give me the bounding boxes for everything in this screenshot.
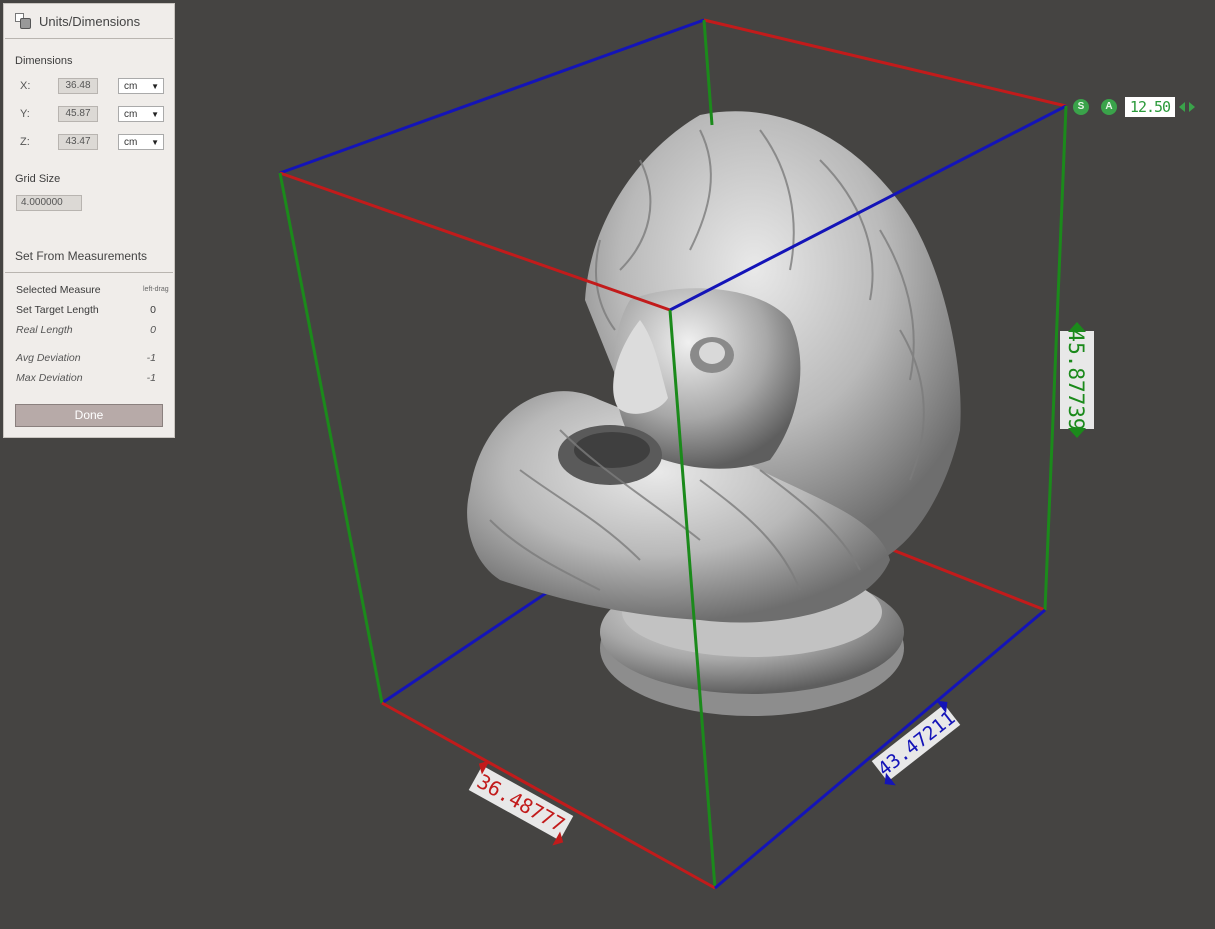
dimensions-label: Dimensions	[15, 55, 73, 67]
axis-label: X:	[20, 80, 31, 92]
chevron-down-icon: ▼	[151, 109, 159, 119]
scale-increase-arrow[interactable]	[1189, 102, 1195, 112]
grid-size-label: Grid Size	[15, 173, 61, 185]
scale-value-field[interactable]: 12.50	[1125, 97, 1175, 117]
max-deviation-row: Max Deviation -1	[16, 372, 156, 384]
done-button[interactable]: Done	[15, 404, 163, 427]
unit-select-z[interactable]: cm ▼	[118, 134, 164, 150]
3d-viewport[interactable]: 36.48777 43.47211 45.87739	[0, 0, 1215, 929]
dimension-row-y: Y: 45.87 cm ▼	[20, 105, 170, 123]
absolute-button[interactable]: A	[1101, 99, 1117, 115]
axis-label: Y:	[20, 108, 30, 120]
set-target-length-row[interactable]: Set Target Length 0	[16, 304, 156, 318]
panel-title: Units/Dimensions	[39, 13, 141, 29]
unit-select-x[interactable]: cm ▼	[118, 78, 164, 94]
chevron-down-icon: ▼	[151, 137, 159, 147]
snap-button[interactable]: S	[1073, 99, 1089, 115]
set-target-length-value[interactable]: 0	[150, 304, 156, 316]
selected-measure-row: Selected Measure	[16, 284, 101, 296]
scale-decrease-arrow[interactable]	[1179, 102, 1185, 112]
dimension-row-z: Z: 43.47 cm ▼	[20, 133, 170, 151]
chevron-down-icon: ▼	[151, 81, 159, 91]
dimension-row-x: X: 36.48 cm ▼	[20, 77, 170, 95]
avg-deviation-row: Avg Deviation -1	[16, 352, 156, 364]
dimensions-icon	[15, 13, 31, 29]
units-dimensions-panel: Units/Dimensions Dimensions X: 36.48 cm ▼…	[3, 3, 175, 438]
measure-y-value: 45.87739	[1064, 329, 1088, 430]
axis-label: Z:	[20, 136, 30, 148]
dimension-z-field[interactable]: 43.47	[58, 134, 98, 150]
divider	[5, 272, 173, 273]
measure-y-label[interactable]: 45.87739	[1060, 322, 1094, 438]
real-length-row: Real Length 0	[16, 324, 156, 336]
dimension-y-field[interactable]: 45.87	[58, 106, 98, 122]
dimension-x-field[interactable]: 36.48	[58, 78, 98, 94]
set-from-measurements-title: Set From Measurements	[15, 249, 148, 263]
bust-model[interactable]	[467, 111, 961, 716]
grid-size-field[interactable]: 4.000000	[16, 195, 82, 211]
selected-measure-hint: left-drag	[143, 286, 169, 293]
panel-header: Units/Dimensions	[5, 4, 173, 39]
measure-z-label[interactable]: 43.47211	[864, 696, 969, 791]
unit-select-y[interactable]: cm ▼	[118, 106, 164, 122]
